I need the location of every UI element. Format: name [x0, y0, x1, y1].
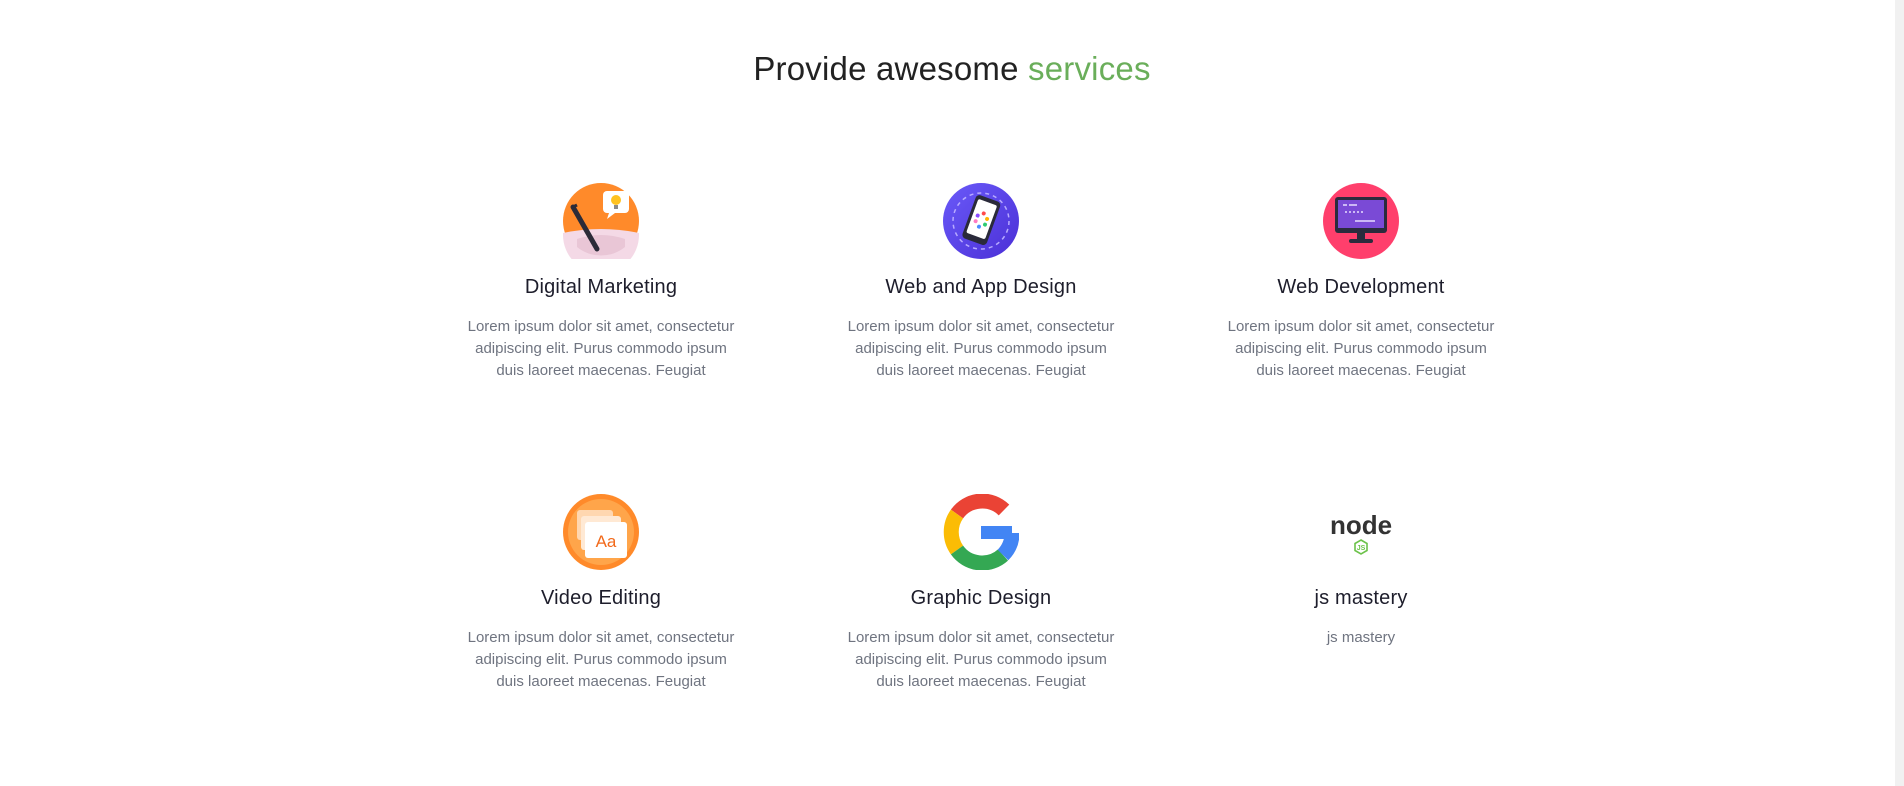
service-description: Lorem ipsum dolor sit amet, consectetur …: [467, 629, 735, 690]
service-description: Lorem ipsum dolor sit amet, consectetur …: [467, 318, 735, 379]
pen-lightbulb-icon: [563, 183, 639, 259]
service-title: Video Editing: [540, 587, 662, 609]
heading-prefix: Provide awesome: [753, 50, 1019, 87]
font-aa-icon: Aa: [563, 494, 639, 570]
service-card-js-mastery: node JS js mastery js mastery: [1171, 494, 1551, 754]
service-card-web-development: Web Development Lorem ipsum dolor sit am…: [1171, 183, 1551, 494]
smartphone-icon: [943, 183, 1019, 259]
service-title: Web Development: [1277, 276, 1445, 298]
google-g-icon: [943, 494, 1019, 570]
service-title: Web and App Design: [885, 276, 1077, 298]
nodejs-logo-icon: node JS: [1323, 494, 1399, 570]
monitor-code-icon: [1323, 183, 1399, 259]
scrollbar-track[interactable]: [1895, 0, 1904, 786]
service-title: Graphic Design: [910, 587, 1052, 609]
section-heading: Provide awesome services: [0, 50, 1904, 88]
svg-text:Aa: Aa: [596, 532, 617, 551]
service-card-web-app-design: Web and App Design Lorem ipsum dolor sit…: [791, 183, 1171, 494]
service-description: Lorem ipsum dolor sit amet, consectetur …: [847, 318, 1115, 379]
service-description: js mastery: [1326, 629, 1396, 646]
heading-accent: services: [1028, 50, 1151, 87]
service-card-video-editing: Aa Video Editing Lorem ipsum dolor sit a…: [411, 494, 791, 754]
service-title: Digital Marketing: [524, 276, 678, 298]
service-description: Lorem ipsum dolor sit amet, consectetur …: [1227, 318, 1495, 379]
nodejs-badge: JS: [1357, 545, 1366, 552]
service-card-digital-marketing: Digital Marketing Lorem ipsum dolor sit …: [411, 183, 791, 494]
nodejs-wordmark: node: [1330, 510, 1392, 540]
service-description: Lorem ipsum dolor sit amet, consectetur …: [847, 629, 1115, 690]
services-grid: Digital Marketing Lorem ipsum dolor sit …: [411, 183, 1551, 754]
service-title: js mastery: [1314, 587, 1408, 609]
service-card-graphic-design: Graphic Design Lorem ipsum dolor sit ame…: [791, 494, 1171, 754]
